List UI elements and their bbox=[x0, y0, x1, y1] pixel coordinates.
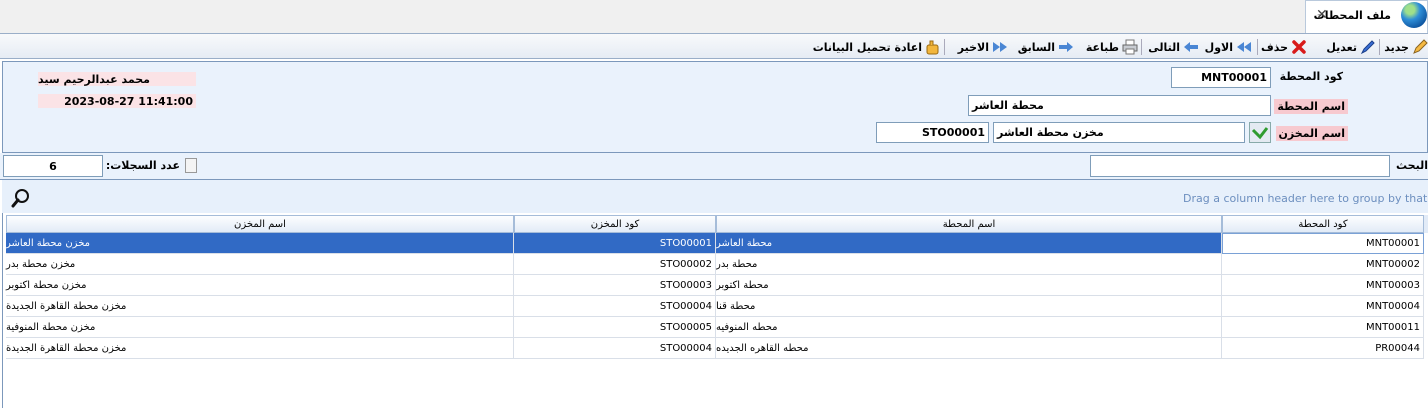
station-name-label: اسم المحطة bbox=[1274, 99, 1348, 114]
store-code-field[interactable]: STO00001 bbox=[876, 122, 989, 143]
next-label: التالى bbox=[1148, 40, 1180, 54]
group-by-hint: Drag a column header here to group by th… bbox=[1183, 192, 1428, 205]
search-label: البحث bbox=[1396, 159, 1428, 172]
print-label: طباعة bbox=[1085, 40, 1119, 54]
cell-store-code[interactable]: STO00001 bbox=[514, 233, 716, 254]
pencil-icon bbox=[1412, 39, 1428, 55]
cell-store-code[interactable]: STO00004 bbox=[514, 338, 716, 359]
cell-station-code[interactable]: MNT00002 bbox=[1222, 254, 1424, 275]
cell-store-name[interactable]: مخزن محطة بدر bbox=[6, 254, 514, 275]
store-name-field[interactable]: مخزن محطة العاشر bbox=[993, 122, 1245, 143]
column-header-station-name[interactable]: اسم المحطة bbox=[716, 215, 1222, 233]
new-label: جديد bbox=[1384, 40, 1409, 54]
cell-station-code[interactable]: MNT00004 bbox=[1222, 296, 1424, 317]
search-input[interactable] bbox=[1090, 155, 1390, 177]
station-code-label: كود المحطة bbox=[1279, 70, 1343, 83]
cell-station-name[interactable]: محطة قنا bbox=[716, 296, 1222, 317]
first-button[interactable]: الاول bbox=[1205, 38, 1252, 56]
edit-button[interactable]: تعديل bbox=[1326, 38, 1376, 56]
station-code-field[interactable]: MNT00001 bbox=[1171, 67, 1271, 88]
table-row[interactable]: MNT00011 محطه المنوفيه STO00005 مخزن محط… bbox=[6, 317, 1424, 338]
cell-store-name[interactable]: مخزن محطة العاشر bbox=[6, 233, 514, 254]
cell-store-code[interactable]: STO00003 bbox=[514, 275, 716, 296]
cell-station-code[interactable]: MNT00003 bbox=[1222, 275, 1424, 296]
table-row[interactable]: MNT00001 محطة العاشر STO00001 مخزن محطة … bbox=[6, 233, 1424, 254]
column-header-store-code[interactable]: كود المخزن bbox=[514, 215, 716, 233]
records-count-field: 6 bbox=[3, 155, 103, 177]
printer-icon bbox=[1122, 39, 1138, 55]
cell-store-code[interactable]: STO00004 bbox=[514, 296, 716, 317]
cell-station-code[interactable]: MNT00011 bbox=[1222, 317, 1424, 338]
tab-station-file[interactable]: ملف المحطات ✕ bbox=[1305, 0, 1428, 33]
timestamp-display: 2023-08-27 11:41:00 bbox=[38, 94, 196, 108]
cell-store-name[interactable]: مخزن محطة القاهرة الجديدة bbox=[6, 296, 514, 317]
document-icon bbox=[185, 158, 197, 173]
last-button[interactable]: الاخير bbox=[958, 38, 1008, 56]
store-lookup-button[interactable] bbox=[1249, 122, 1271, 143]
double-arrow-right-icon bbox=[992, 39, 1008, 55]
check-arrow-icon bbox=[1251, 127, 1269, 140]
table-row[interactable]: MNT00002 محطة بدر STO00002 مخزن محطة بدر bbox=[6, 254, 1424, 275]
search-icon[interactable] bbox=[11, 188, 31, 208]
group-by-panel[interactable]: Drag a column header here to group by th… bbox=[2, 180, 1428, 213]
previous-button[interactable]: السابق bbox=[1018, 38, 1074, 56]
first-label: الاول bbox=[1204, 40, 1233, 54]
reload-hand-icon bbox=[925, 39, 941, 55]
cell-store-code[interactable]: STO00002 bbox=[514, 254, 716, 275]
edit-label: تعديل bbox=[1326, 40, 1357, 54]
header-indicator bbox=[1424, 215, 1428, 233]
search-bar: البحث 6 عدد السجلات: bbox=[0, 153, 1428, 180]
cell-station-name[interactable]: محطة العاشر bbox=[716, 233, 1222, 254]
tab-strip bbox=[0, 0, 1428, 33]
cell-store-name[interactable]: مخزن محطة المنوفية bbox=[6, 317, 514, 338]
arrow-left-icon bbox=[1183, 39, 1199, 55]
close-icon[interactable]: ✕ bbox=[1316, 7, 1328, 23]
cell-station-code[interactable]: PR00044 bbox=[1222, 338, 1424, 359]
reload-label: اعادة تحميل البيانات bbox=[812, 40, 922, 54]
next-button[interactable]: التالى bbox=[1148, 38, 1199, 56]
new-button[interactable]: جديد bbox=[1384, 38, 1428, 56]
station-form-panel: كود المحطة MNT00001 اسم المحطة محطة العا… bbox=[2, 61, 1428, 153]
table-row[interactable]: PR00044 محطه القاهره الجديده STO00004 مخ… bbox=[6, 338, 1424, 359]
cell-store-name[interactable]: مخزن محطة القاهرة الجديدة bbox=[6, 338, 514, 359]
previous-label: السابق bbox=[1017, 40, 1055, 54]
cell-station-name[interactable]: محطة اكتوبر bbox=[716, 275, 1222, 296]
cell-store-name[interactable]: مخزن محطة اكتوبر bbox=[6, 275, 514, 296]
toolbar-divider bbox=[1257, 39, 1258, 55]
reload-button[interactable]: اعادة تحميل البيانات bbox=[813, 38, 941, 56]
table-row[interactable]: MNT00004 محطة قنا STO00004 مخزن محطة الق… bbox=[6, 296, 1424, 317]
pen-icon bbox=[1360, 39, 1376, 55]
toolbar-divider bbox=[1141, 39, 1142, 55]
delete-label: حذف bbox=[1260, 40, 1288, 54]
station-name-field[interactable]: محطة العاشر bbox=[968, 95, 1271, 116]
cell-station-name[interactable]: محطه القاهره الجديده bbox=[716, 338, 1222, 359]
toolbar-divider bbox=[944, 39, 945, 55]
print-button[interactable]: طباعة bbox=[1086, 38, 1138, 56]
user-name-display: محمد عبدالرحيم سيد bbox=[38, 72, 196, 86]
table-row[interactable]: MNT00003 محطة اكتوبر STO00003 مخزن محطة … bbox=[6, 275, 1424, 296]
last-label: الاخير bbox=[957, 40, 989, 54]
red-x-icon bbox=[1291, 39, 1307, 55]
double-arrow-left-icon bbox=[1236, 39, 1252, 55]
cell-station-name[interactable]: محطه المنوفيه bbox=[716, 317, 1222, 338]
cell-station-code[interactable]: MNT00001 bbox=[1222, 233, 1424, 254]
delete-button[interactable]: حذف bbox=[1261, 38, 1307, 56]
cell-station-name[interactable]: محطة بدر bbox=[716, 254, 1222, 275]
toolbar: جديد تعديل حذف الاول التالى طباعة السابق… bbox=[0, 33, 1428, 59]
records-count-label: عدد السجلات: bbox=[105, 159, 180, 172]
cell-store-code[interactable]: STO00005 bbox=[514, 317, 716, 338]
column-header-store-name[interactable]: اسم المخزن bbox=[6, 215, 514, 233]
globe-icon bbox=[1401, 2, 1427, 28]
store-name-label: اسم المخزن bbox=[1275, 126, 1348, 141]
arrow-right-icon bbox=[1058, 39, 1074, 55]
column-header-station-code[interactable]: كود المحطة bbox=[1222, 215, 1424, 233]
toolbar-divider bbox=[1379, 39, 1380, 55]
